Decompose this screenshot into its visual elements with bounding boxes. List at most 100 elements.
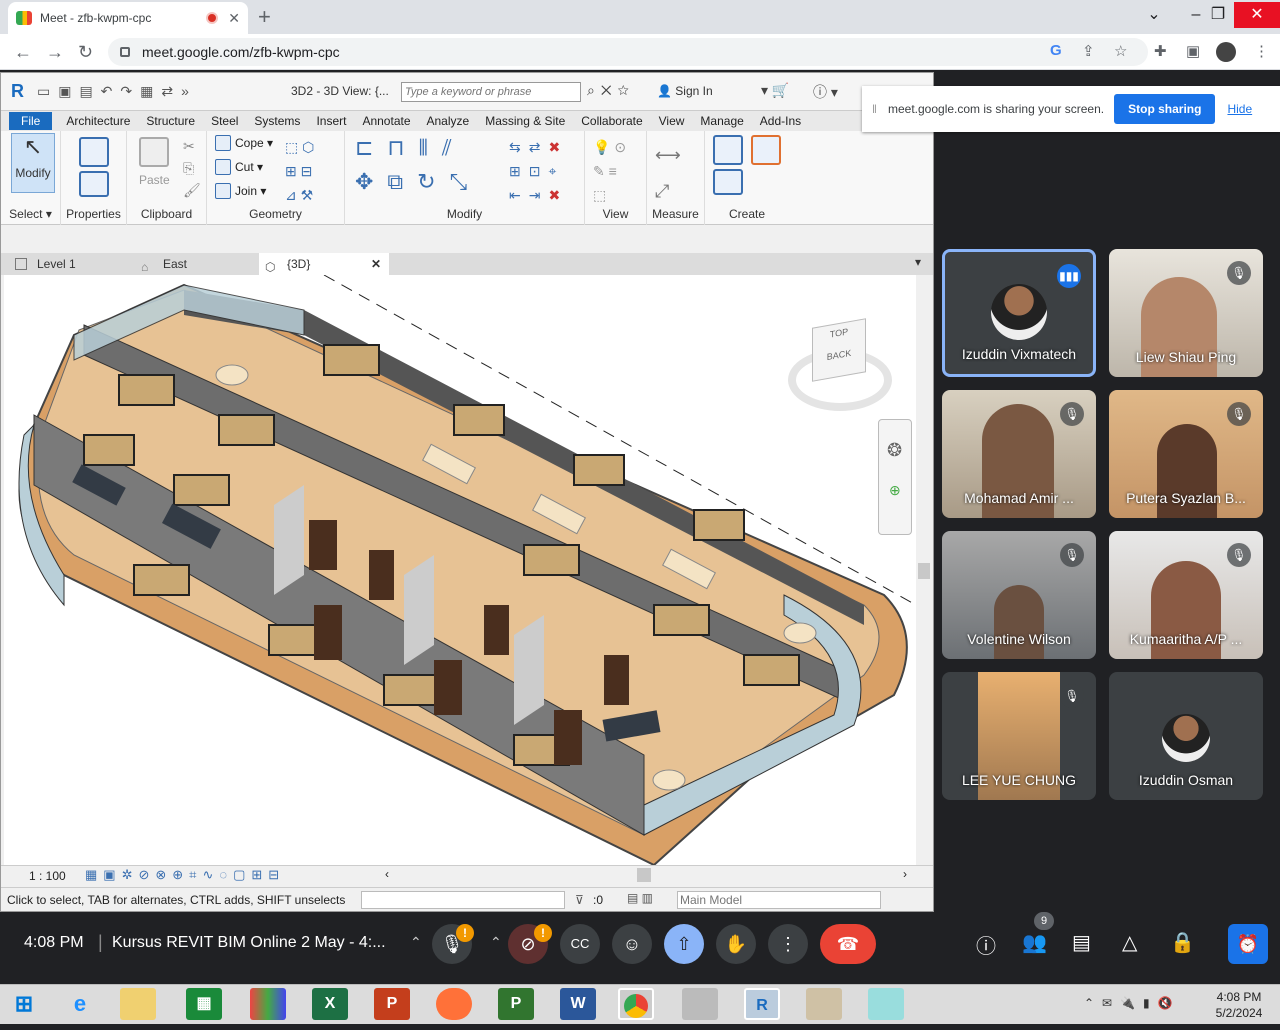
google-lens-icon[interactable]: G xyxy=(1050,42,1062,59)
move-copy-rotate-icons[interactable]: ✥⧉↻⤡ xyxy=(355,169,481,195)
share-icon[interactable]: ⇪ xyxy=(1082,42,1095,60)
view-tabs-menu-icon[interactable]: ▾ xyxy=(915,255,921,269)
participant-tile[interactable]: 🎙 Liew Shiau Ping xyxy=(1109,249,1263,377)
project-icon[interactable]: ▦ xyxy=(186,988,222,1020)
clock[interactable]: 4:08 PM 5/2/2024 xyxy=(1212,990,1266,1020)
tab-manage[interactable]: Manage xyxy=(692,114,751,128)
present-screen-button[interactable]: ⇧ xyxy=(664,924,704,964)
captions-button[interactable]: CC xyxy=(560,924,600,964)
tab-search-icon[interactable]: ⌄ xyxy=(1134,2,1174,28)
activities-icon[interactable]: △ xyxy=(1122,930,1137,955)
back-button[interactable]: ← xyxy=(14,42,32,63)
people-icon[interactable]: 👥 xyxy=(1022,930,1047,955)
quick-access-toolbar[interactable]: ▭▣▤↶↷▦⇄» xyxy=(37,83,197,100)
cart-icon[interactable]: ▾ 🛒 xyxy=(761,82,789,99)
scroll-left-icon[interactable]: ‹ xyxy=(385,867,389,881)
tab-insert[interactable]: Insert xyxy=(308,114,354,128)
video-options-chevron-icon[interactable]: ⌃ xyxy=(490,934,502,951)
timer-icon[interactable]: ⏰ xyxy=(1228,924,1268,964)
view-cube-top[interactable]: TOP xyxy=(813,323,865,342)
align-offset-mirror-icons[interactable]: ⊏⊓⫴⫽ xyxy=(355,135,466,161)
meeting-details-icon[interactable]: ⓘ xyxy=(976,930,996,959)
tab-massing-site[interactable]: Massing & Site xyxy=(477,114,573,128)
zoom-icon[interactable]: ⊕ xyxy=(889,482,901,499)
revit-taskbar-icon[interactable]: R xyxy=(744,988,780,1020)
side-panel-icon[interactable]: ▣ xyxy=(1186,42,1200,60)
host-controls-icon[interactable]: 🔒 xyxy=(1170,930,1195,955)
file-explorer-icon[interactable] xyxy=(120,988,156,1020)
scroll-right-icon[interactable]: › xyxy=(903,867,907,881)
infocenter-icons[interactable]: ⌕✕☆ xyxy=(587,82,635,99)
create-assembly-icon[interactable] xyxy=(713,135,743,165)
leave-call-button[interactable]: ☎ xyxy=(820,924,876,964)
emoji-button[interactable]: ☺ xyxy=(612,924,652,964)
tab-analyze[interactable]: Analyze xyxy=(419,114,478,128)
cut-copy-icons[interactable]: ✂ ⎘ 🖌 xyxy=(183,135,201,201)
vertical-scrollbar[interactable] xyxy=(916,275,932,865)
participant-tile[interactable]: 🎙 Putera Syazlan B... xyxy=(1109,390,1263,518)
view-tab-3d[interactable]: ⬡ {3D} ✕ xyxy=(259,253,389,275)
properties-icon[interactable] xyxy=(79,171,109,197)
tab-file[interactable]: File xyxy=(9,112,53,130)
create-group-icon[interactable] xyxy=(713,169,743,195)
tab-close-icon[interactable]: ✕ xyxy=(228,10,240,27)
profile-avatar[interactable] xyxy=(1216,42,1236,62)
stop-sharing-button[interactable]: Stop sharing xyxy=(1114,94,1216,124)
participant-tile[interactable]: Izuddin Osman xyxy=(1109,672,1263,800)
browser-menu-icon[interactable]: ⋮ xyxy=(1254,42,1269,60)
forward-button[interactable]: → xyxy=(46,42,64,63)
measure-icons[interactable]: ⟷ ⤢ xyxy=(655,137,681,209)
scroll-thumb[interactable] xyxy=(918,563,930,579)
chat-icon[interactable]: ▤ xyxy=(1072,930,1091,955)
extensions-icon[interactable]: ✚ xyxy=(1154,42,1167,60)
address-bar[interactable]: meet.google.com/zfb-kwpm-cpc xyxy=(108,38,1148,66)
close-view-icon[interactable]: ✕ xyxy=(371,253,381,275)
editing-requests-icon[interactable]: ▤ ▥ xyxy=(627,891,653,905)
tab-collaborate[interactable]: Collaborate xyxy=(573,114,650,128)
help-search-input[interactable] xyxy=(401,82,581,102)
bookmark-star-icon[interactable]: ☆ xyxy=(1114,42,1127,60)
raise-hand-button[interactable]: ✋ xyxy=(716,924,756,964)
firefox-icon[interactable] xyxy=(436,988,472,1020)
revit-logo-icon[interactable]: R xyxy=(11,81,24,102)
start-button-icon[interactable]: ⊞ xyxy=(6,988,42,1020)
notes-icon[interactable] xyxy=(868,988,904,1020)
ms-project-icon[interactable]: P xyxy=(498,988,534,1020)
chrome-icon[interactable] xyxy=(618,988,654,1020)
help-icon[interactable]: ⓘ ▾ xyxy=(813,82,838,102)
tab-annotate[interactable]: Annotate xyxy=(354,114,418,128)
paste-icon[interactable] xyxy=(139,137,169,167)
horizontal-scroll-thumb[interactable] xyxy=(637,868,651,882)
view-tab-level-1[interactable]: Level 1 xyxy=(9,253,135,275)
view-cube-box[interactable]: TOP BACK xyxy=(812,318,866,382)
view-tab-east[interactable]: ⌂ East xyxy=(135,253,259,275)
word-icon[interactable]: W xyxy=(560,988,596,1020)
sign-in-link[interactable]: 👤 Sign In xyxy=(657,84,713,98)
array-scale-pin-icons[interactable]: ⇆⇄✖ ⊞⊡⌖ ⇤⇥✖ xyxy=(509,135,568,207)
cut-button[interactable]: Cut ▾ xyxy=(215,159,263,175)
view-tool-icons[interactable]: 💡 ⊙ ✎ ≡ ⬚ xyxy=(593,135,626,207)
drag-handle-icon[interactable]: ‖ xyxy=(872,102,877,116)
paint-icon[interactable] xyxy=(806,988,842,1020)
powerpoint-icon[interactable]: P xyxy=(374,988,410,1020)
workset-dropdown[interactable] xyxy=(361,891,565,909)
reload-button[interactable]: ↻ xyxy=(78,42,93,63)
design-option-dropdown[interactable]: Main Model xyxy=(677,891,881,909)
tab-architecture[interactable]: Architecture xyxy=(58,114,138,128)
join-button[interactable]: Join ▾ xyxy=(215,183,266,199)
steering-wheel-icon[interactable]: ❂ xyxy=(887,440,902,461)
tab-structure[interactable]: Structure xyxy=(138,114,203,128)
tab-view[interactable]: View xyxy=(651,114,693,128)
participant-tile[interactable]: 🎙 Kumaaritha A/P ... xyxy=(1109,531,1263,659)
tab-add-ins[interactable]: Add-Ins xyxy=(752,114,809,128)
view-cube-back[interactable]: BACK xyxy=(813,345,865,364)
participant-tile[interactable]: 🎙 LEE YUE CHUNG xyxy=(942,672,1096,800)
3d-view-canvas[interactable]: TOP BACK ❂ ⊕ xyxy=(4,275,916,865)
cope-button[interactable]: Cope ▾ xyxy=(215,135,273,151)
close-window-button[interactable]: ✕ xyxy=(1234,2,1280,28)
view-cube[interactable]: TOP BACK xyxy=(788,318,892,415)
chrome-app-icon[interactable] xyxy=(250,988,286,1020)
participant-tile[interactable]: 🎙 Volentine Wilson xyxy=(942,531,1096,659)
type-properties-icon[interactable] xyxy=(79,137,109,167)
tab-systems[interactable]: Systems xyxy=(246,114,308,128)
